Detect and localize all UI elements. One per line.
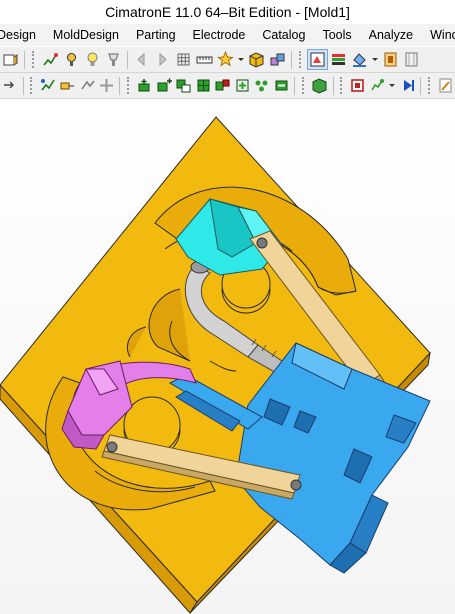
menu-parting[interactable]: Parting [127, 24, 184, 46]
title-bar: CimatronE 11.0 64–Bit Edition - [Mold1] [0, 0, 455, 24]
comp-move-icon[interactable] [156, 76, 174, 95]
comp-link-icon[interactable] [214, 76, 232, 95]
menu-catalog[interactable]: Catalog [253, 24, 313, 46]
toolbar-grip[interactable] [427, 77, 433, 94]
select-icon[interactable] [1, 76, 19, 95]
play-icon[interactable] [398, 76, 416, 95]
grid-icon[interactable] [174, 50, 193, 69]
comp-remove-icon[interactable] [136, 76, 154, 95]
wire-icon[interactable] [402, 50, 421, 69]
toolbar-grip[interactable] [340, 77, 345, 94]
dropdown-icon[interactable] [388, 76, 396, 95]
fill-icon[interactable] [273, 76, 291, 95]
layer-icon[interactable] [381, 50, 400, 69]
mold-model [0, 116, 431, 614]
toolbar-separator [24, 50, 25, 69]
shell-icon[interactable] [253, 76, 271, 95]
graphics-viewport[interactable] [0, 99, 455, 614]
toolbar-main [0, 47, 455, 73]
menu-design[interactable]: Design [0, 24, 44, 46]
ortho-view-icon[interactable] [1, 50, 20, 69]
comp-edit-icon[interactable] [234, 76, 252, 95]
box-icon[interactable] [247, 50, 266, 69]
menu-window[interactable]: Window [421, 24, 455, 46]
tree-select-icon[interactable] [39, 76, 57, 95]
toolbar-grip[interactable] [299, 51, 304, 68]
link-icon[interactable] [59, 76, 77, 95]
bulb-icon[interactable] [83, 50, 102, 69]
menu-tools[interactable]: Tools [313, 24, 359, 46]
toolbar-grip[interactable] [30, 77, 35, 94]
star-icon[interactable] [78, 76, 96, 95]
light-icon[interactable] [104, 50, 123, 69]
toolbar-separator [332, 76, 334, 95]
menu-electrode[interactable]: Electrode [184, 24, 254, 46]
cubes-icon[interactable] [268, 50, 287, 69]
comp-copy-icon[interactable] [175, 76, 193, 95]
toolbar-separator [22, 76, 24, 95]
blank-show-icon[interactable] [349, 76, 367, 95]
toolbar-grip[interactable] [127, 77, 132, 94]
dropdown-icon[interactable] [371, 50, 379, 69]
fill-icon[interactable] [350, 50, 369, 69]
ruler-icon[interactable] [195, 50, 214, 69]
toolbar-separator [419, 76, 421, 95]
colors-icon[interactable] [329, 50, 348, 69]
toolbar-separator [127, 50, 128, 69]
blank-icon[interactable] [311, 76, 329, 95]
window-title: CimatronE 11.0 64–Bit Edition - [Mold1] [105, 4, 350, 20]
arrow-left-icon[interactable] [132, 50, 151, 69]
arrow-right-icon[interactable] [153, 50, 172, 69]
toolbar-grip[interactable] [302, 77, 307, 94]
edit-icon[interactable] [369, 76, 387, 95]
toolbar-grip[interactable] [32, 51, 37, 68]
toolbar-separator [119, 76, 121, 95]
cavity-icon[interactable] [62, 50, 81, 69]
menu-analyze[interactable]: Analyze [360, 24, 421, 46]
menu-bar: Design MoldDesign Parting Electrode Cata… [0, 24, 455, 46]
menu-molddesign[interactable]: MoldDesign [44, 24, 127, 46]
mold-tree-icon[interactable] [41, 50, 60, 69]
toolbar-mold [0, 73, 455, 99]
explode-icon[interactable] [216, 50, 235, 69]
toolbar-separator [294, 76, 296, 95]
comp-group-icon[interactable] [195, 76, 213, 95]
pencil-icon[interactable] [436, 76, 454, 95]
render-icon[interactable] [307, 49, 328, 70]
toolbar-separator [291, 50, 292, 69]
dropdown-icon[interactable] [237, 50, 245, 69]
comp-add-icon[interactable] [98, 76, 116, 95]
